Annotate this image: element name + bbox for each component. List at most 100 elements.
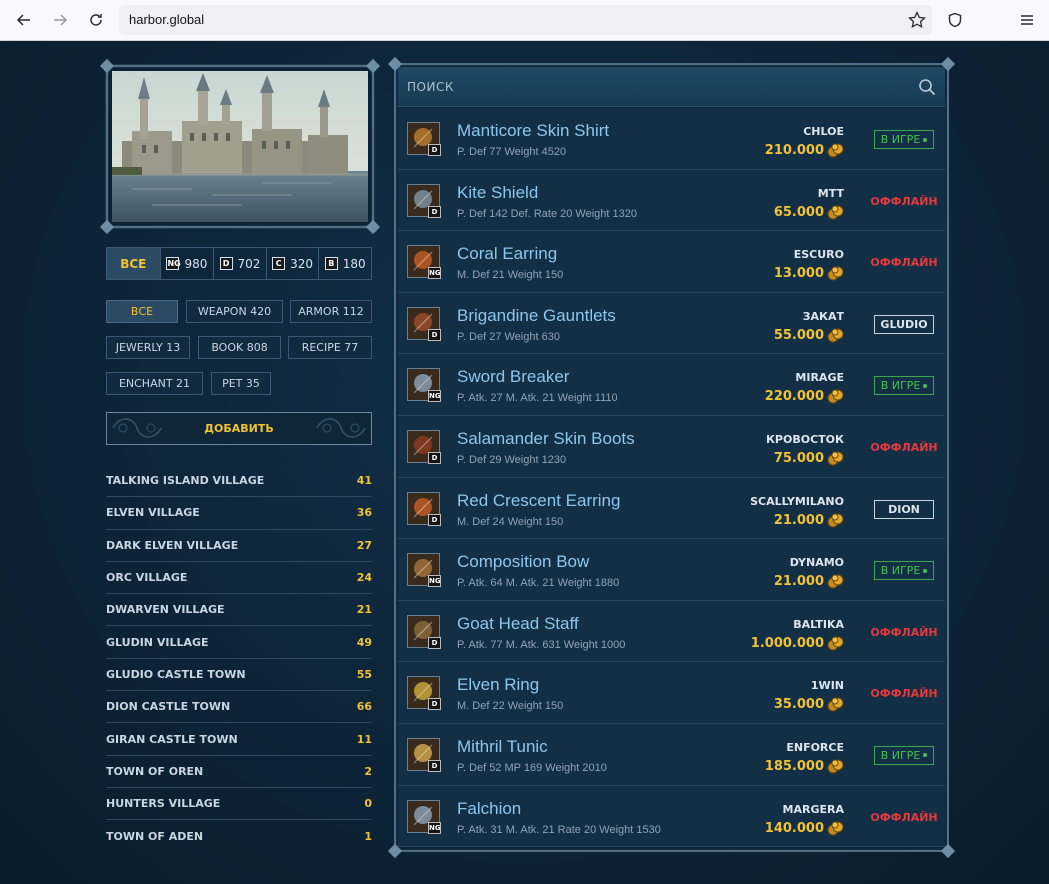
adena-coin-icon xyxy=(827,697,844,712)
seller-name[interactable]: MARGERA xyxy=(783,803,844,816)
grade-filter-all[interactable]: ВСЕ xyxy=(107,248,161,279)
town-row[interactable]: ELVEN VILLAGE 36 xyxy=(106,497,372,530)
menu-hamburger-icon[interactable] xyxy=(1015,8,1039,32)
price: 21.000 xyxy=(774,512,844,529)
search-icon[interactable] xyxy=(918,78,936,96)
item-row[interactable]: D Manticore Skin Shirt P. Def 77 Weight … xyxy=(398,108,945,170)
seller-name[interactable]: SCALLYMILANO xyxy=(750,495,844,508)
item-row[interactable]: D Red Crescent Earring M. Def 24 Weight … xyxy=(398,477,945,540)
town-row[interactable]: TALKING ISLAND VILLAGE 41 xyxy=(106,465,372,498)
type-filter-pet[interactable]: PET 35 xyxy=(211,372,271,395)
type-filter-all[interactable]: ВСЕ xyxy=(106,300,178,323)
town-row[interactable]: TOWN OF OREN 2 xyxy=(106,756,372,788)
type-filter-recipe[interactable]: RECIPE 77 xyxy=(288,336,372,359)
castle-image xyxy=(112,71,368,222)
item-row[interactable]: D Goat Head Staff P. Atk. 77 M. Atk. 631… xyxy=(398,600,945,663)
town-row[interactable]: GLUDIO CASTLE TOWN 55 xyxy=(106,659,372,692)
shield-tracking-icon[interactable] xyxy=(943,8,967,32)
item-name[interactable]: Elven Ring xyxy=(457,675,539,695)
item-name[interactable]: Coral Earring xyxy=(457,244,557,264)
add-button[interactable]: ДОБАВИТЬ xyxy=(106,412,372,445)
item-name[interactable]: Manticore Skin Shirt xyxy=(457,121,609,141)
town-row[interactable]: DWARVEN VILLAGE 21 xyxy=(106,594,372,627)
town-row[interactable]: DARK ELVEN VILLAGE 27 xyxy=(106,530,372,562)
item-name[interactable]: Brigandine Gauntlets xyxy=(457,306,616,326)
item-stats: M. Def 22 Weight 150 xyxy=(457,700,564,713)
star-bookmark-icon[interactable] xyxy=(908,10,926,33)
item-name[interactable]: Salamander Skin Boots xyxy=(457,429,635,449)
frame-corner-ornament xyxy=(365,58,381,74)
seller-name[interactable]: MIRAGE xyxy=(795,371,844,384)
status-text: В ИГРЕ xyxy=(880,748,921,762)
forward-arrow-icon[interactable] xyxy=(48,8,72,32)
grade-ng-icon: NG xyxy=(166,257,181,270)
item-row[interactable]: D Salamander Skin Boots P. Def 29 Weight… xyxy=(398,415,945,478)
url-bar[interactable]: harbor.global xyxy=(119,5,932,35)
item-row[interactable]: NG Sword Breaker P. Atk. 27 M. Atk. 21 W… xyxy=(398,354,945,416)
grade-filter-b[interactable]: B 180 xyxy=(319,248,371,279)
adena-coin-icon xyxy=(827,266,844,281)
item-row[interactable]: D Elven Ring M. Def 22 Weight 150 1WIN 3… xyxy=(398,662,945,724)
town-row[interactable]: ORC VILLAGE 24 xyxy=(106,562,372,595)
item-row[interactable]: NG Composition Bow P. Atk. 64 M. Atk. 21… xyxy=(398,539,945,601)
town-row[interactable]: DION CASTLE TOWN 66 xyxy=(106,691,372,724)
seller-name[interactable]: ЗАКАТ xyxy=(803,310,844,323)
back-arrow-icon[interactable] xyxy=(12,8,36,32)
online-dot-icon xyxy=(923,568,928,573)
town-row[interactable]: GIRAN CASTLE TOWN 11 xyxy=(106,723,372,756)
type-filter-book[interactable]: BOOK 808 xyxy=(198,336,281,359)
town-row[interactable]: TOWN OF ADEN 1 xyxy=(106,820,372,852)
item-name[interactable]: Kite Shield xyxy=(457,183,538,203)
town-list: TALKING ISLAND VILLAGE 41 ELVEN VILLAGE 36… xyxy=(106,465,372,853)
add-button-label: ДОБАВИТЬ xyxy=(204,422,274,435)
status-badge: В ИГРЕ xyxy=(874,561,934,581)
status-badge: В ИГРЕ xyxy=(874,376,934,396)
item-row[interactable]: D Kite Shield P. Def 142 Def. Rate 20 We… xyxy=(398,169,945,232)
grade-filter-c[interactable]: C 320 xyxy=(267,248,320,279)
item-row[interactable]: NG Coral Earring M. Def 21 Weight 150 ES… xyxy=(398,231,945,293)
item-name[interactable]: Goat Head Staff xyxy=(457,614,579,634)
item-stats: P. Def 142 Def. Rate 20 Weight 1320 xyxy=(457,207,637,220)
price-value: 75.000 xyxy=(773,450,824,466)
sword-icon: NG xyxy=(407,368,441,403)
type-filter-weapon[interactable]: WEAPON 420 xyxy=(186,300,283,323)
grade-badge: NG xyxy=(428,267,441,280)
search-input[interactable]: ПОИСК xyxy=(398,67,945,107)
seller-name[interactable]: ENFORCE xyxy=(786,741,844,754)
grade-badge: D xyxy=(428,759,441,772)
item-row[interactable]: D Brigandine Gauntlets P. Def 27 Weight … xyxy=(398,292,945,355)
item-stats: P. Def 27 Weight 630 xyxy=(457,330,560,343)
item-name[interactable]: Red Crescent Earring xyxy=(457,491,620,511)
bow-icon: NG xyxy=(407,553,441,588)
grade-filter-ng[interactable]: NG 980 xyxy=(161,248,215,279)
status-badge: ОФФЛАЙН xyxy=(870,438,937,457)
item-name[interactable]: Sword Breaker xyxy=(457,367,569,387)
seller-name[interactable]: DYNAMO xyxy=(790,556,844,569)
grade-filter-d[interactable]: D 702 xyxy=(214,248,267,279)
seller-name[interactable]: ESCURO xyxy=(794,248,844,261)
item-row[interactable]: D Mithril Tunic P. Def 52 MP 169 Weight … xyxy=(398,723,945,786)
price: 75.000 xyxy=(774,450,844,467)
status-badge: ОФФЛАЙН xyxy=(870,808,937,827)
seller-name[interactable]: 1WIN xyxy=(811,679,844,692)
town-name: GLUDIN VILLAGE xyxy=(106,635,209,649)
status-badge: ОФФЛАЙН xyxy=(870,253,937,272)
status-badge: DION xyxy=(874,499,934,519)
item-name[interactable]: Composition Bow xyxy=(457,552,589,572)
grade-badge: D xyxy=(428,451,441,464)
type-filter-armor[interactable]: ARMOR 112 xyxy=(290,300,372,323)
item-name[interactable]: Falchion xyxy=(457,799,521,819)
type-filter-enchant[interactable]: ENCHANT 21 xyxy=(106,372,203,395)
type-filter-jewerly[interactable]: JEWERLY 13 xyxy=(106,336,190,359)
town-row[interactable]: HUNTERS VILLAGE 0 xyxy=(106,788,372,821)
price: 210.000 xyxy=(765,142,844,159)
item-row[interactable]: NG Falchion P. Atk. 31 M. Atk. 21 Rate 2… xyxy=(398,785,945,848)
town-row[interactable]: GLUDIN VILLAGE 49 xyxy=(106,626,372,659)
seller-name[interactable]: BALTIKA xyxy=(793,618,844,631)
seller-name[interactable]: КРОВОСТОК xyxy=(766,433,844,446)
reload-icon[interactable] xyxy=(84,8,108,32)
item-name[interactable]: Mithril Tunic xyxy=(457,737,548,757)
price-value: 55.000 xyxy=(773,327,824,343)
seller-name[interactable]: MTT xyxy=(818,187,844,200)
seller-name[interactable]: CHLOE xyxy=(803,125,844,138)
